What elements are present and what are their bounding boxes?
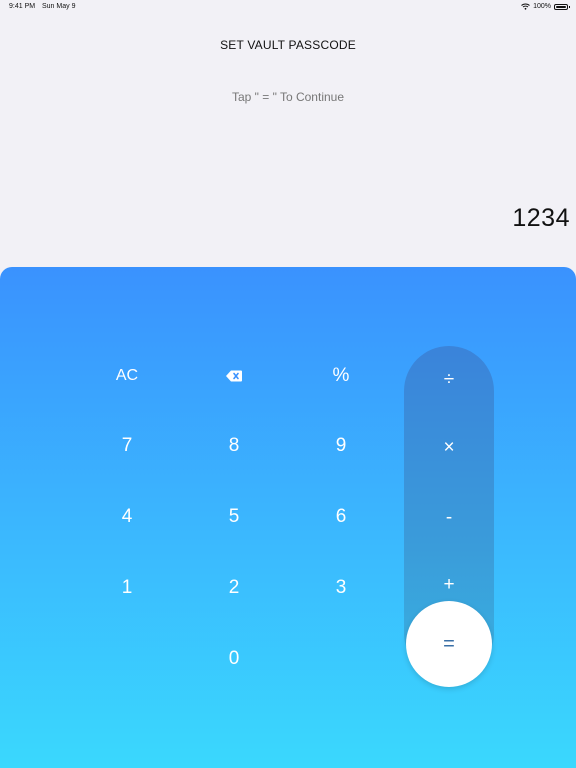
digit-1-button[interactable]: 1 — [87, 563, 167, 613]
digit-3-button[interactable]: 3 — [301, 563, 381, 613]
digit-8-button[interactable]: 8 — [194, 421, 274, 471]
clear-button[interactable]: AC — [87, 351, 167, 401]
status-right: 100% — [521, 3, 570, 10]
digit-5-button[interactable]: 5 — [194, 492, 274, 542]
keypad: AC % ÷ 7 8 9 × 4 5 6 - 1 2 3 + 0 = — [0, 267, 576, 768]
minus-button[interactable]: - — [404, 493, 494, 543]
digit-7-button[interactable]: 7 — [87, 421, 167, 471]
digit-2-button[interactable]: 2 — [194, 563, 274, 613]
battery-percent: 100% — [533, 3, 551, 10]
passcode-display: 1234 — [512, 204, 570, 232]
backspace-button[interactable] — [194, 351, 274, 401]
instruction-text: Tap " = " To Continue — [231, 90, 345, 104]
digit-6-button[interactable]: 6 — [301, 492, 381, 542]
backspace-icon — [226, 370, 242, 382]
digit-0-button[interactable]: 0 — [194, 634, 274, 684]
status-time: 9:41 PM — [9, 3, 36, 10]
digit-4-button[interactable]: 4 — [87, 492, 167, 542]
page-title: SET VAULT PASSCODE — [220, 38, 356, 52]
multiply-button[interactable]: × — [404, 423, 494, 473]
divide-button[interactable]: ÷ — [404, 355, 494, 405]
digit-9-button[interactable]: 9 — [301, 421, 381, 471]
equals-button[interactable]: = — [406, 601, 492, 687]
status-bar: 9:41 PM Sun May 9 100% — [0, 0, 576, 14]
calculator-vault-screen: 9:41 PM Sun May 9 100% SET VAULT PASSCOD… — [0, 0, 576, 768]
battery-icon — [554, 3, 570, 10]
percent-button[interactable]: % — [301, 351, 381, 401]
status-date: Sun May 9 — [42, 3, 76, 10]
wifi-icon — [521, 3, 530, 10]
